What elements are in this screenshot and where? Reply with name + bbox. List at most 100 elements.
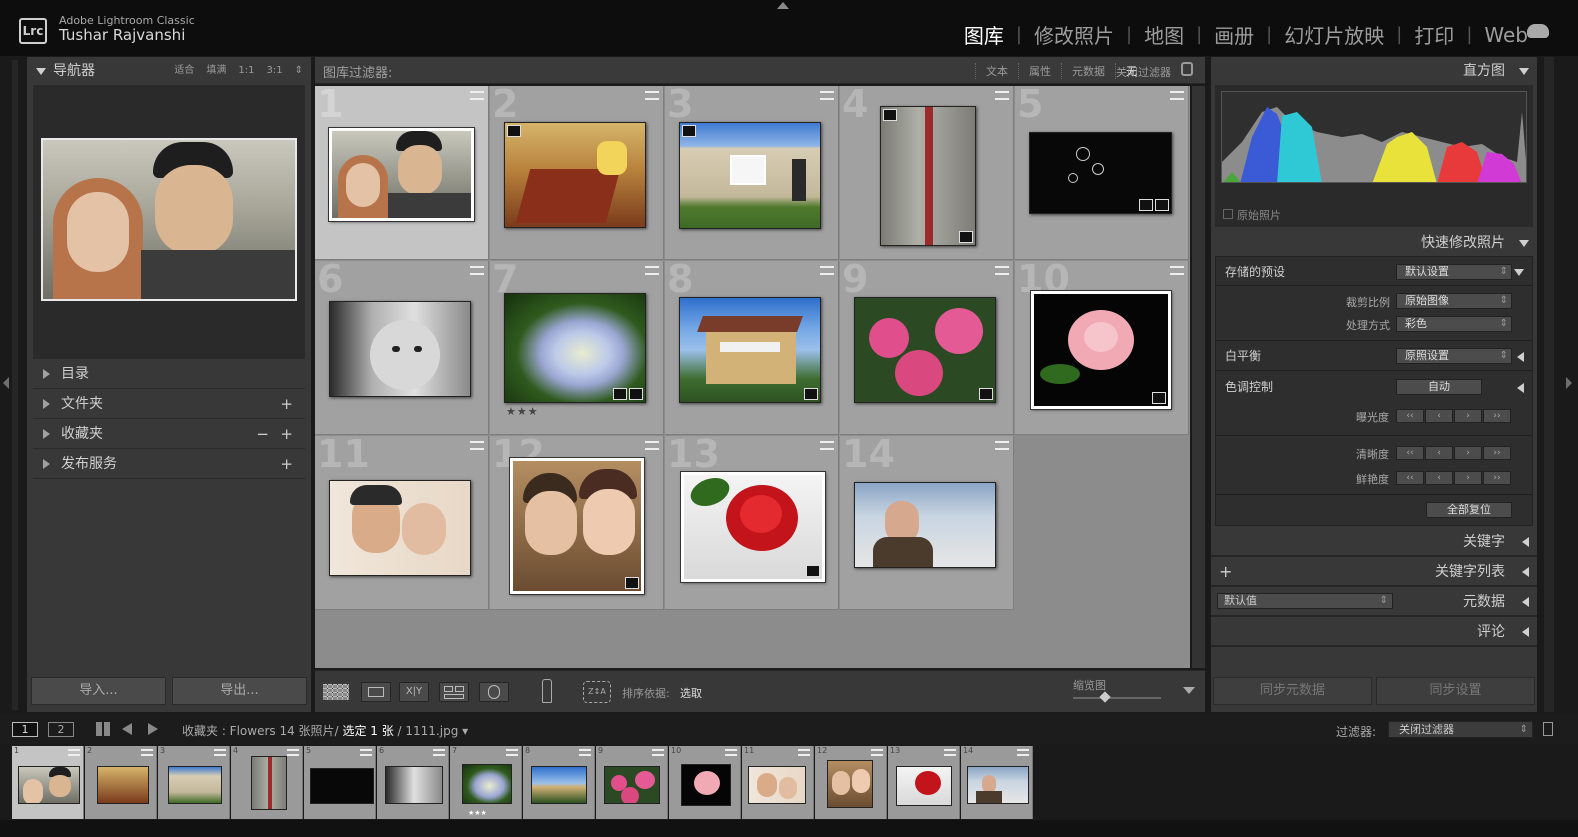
forward-arrow-icon[interactable] [148,723,158,735]
photo-thumbnail[interactable] [854,482,996,568]
filmstrip-thumbnail[interactable] [896,766,952,806]
thumbnail-size-slider-knob[interactable] [1099,691,1111,703]
rotate-icon[interactable] [506,749,518,756]
loupe-view-icon[interactable] [361,682,391,702]
increase-large-icon[interactable]: ›› [1483,446,1511,460]
original-photo-checkbox[interactable] [1223,209,1233,219]
triangle-down-icon[interactable] [1514,269,1524,276]
rotate-icon[interactable] [1170,266,1184,275]
filmstrip-cell[interactable]: 13 [888,746,960,819]
star-rating[interactable]: ★★★ [506,405,539,418]
filmstrip-cell[interactable]: 11 [742,746,814,819]
grid-cell[interactable]: 8 [665,261,839,435]
filmstrip-source-path[interactable]: 收藏夹 : Flowers 14 张照片/ 选定 1 张 / 1111.jpg … [182,722,468,739]
filmstrip-cell[interactable]: 9 [596,746,668,819]
photo-thumbnail[interactable] [504,122,646,228]
photo-thumbnail[interactable] [329,301,471,397]
module-web[interactable]: Web [1484,23,1528,47]
zoom-3-1[interactable]: 3:1 [267,57,283,85]
sync-metadata-button[interactable]: 同步元数据 [1213,677,1372,705]
path-dropdown-icon[interactable]: ▾ [462,724,468,738]
zoom-fit[interactable]: 适合 [174,57,194,85]
keyword-list-section[interactable]: + 关键字列表 [1211,557,1537,587]
vibrance-stepper[interactable]: ‹‹ ‹ › ›› [1396,471,1511,485]
grid-view-icon[interactable] [321,682,351,702]
toolbar-options-dropdown-icon[interactable] [1183,687,1195,694]
filmstrip-cell[interactable]: 12 [815,746,887,819]
white-balance-select[interactable]: 原照设置 [1396,348,1512,364]
filmstrip-filter-select[interactable]: 关闭过滤器 [1388,721,1533,738]
filmstrip-thumbnail[interactable] [97,766,149,804]
rotate-icon[interactable] [995,441,1009,450]
filmstrip-cell[interactable]: 5 [304,746,376,819]
decrease-icon[interactable]: ‹ [1425,409,1453,423]
filter-tab-attribute[interactable]: 属性 [1018,63,1061,79]
increase-large-icon[interactable]: ›› [1483,471,1511,485]
filmstrip-thumbnail[interactable] [251,756,287,810]
grid-cell[interactable]: 6 [315,261,489,435]
navigator-preview-image[interactable] [41,138,297,301]
identity-plate[interactable]: Tushar Rajvanshi [59,26,185,44]
filmstrip-thumbnail[interactable] [967,766,1029,804]
collapse-left-panel-icon[interactable] [3,377,9,389]
filmstrip-thumbnail[interactable] [310,768,374,804]
primary-window-button[interactable]: 1 [12,722,38,737]
photo-thumbnail[interactable] [329,480,471,576]
filmstrip-cell[interactable]: 10 [669,746,741,819]
photo-thumbnail[interactable] [504,293,646,403]
painter-spray-icon[interactable] [542,679,552,703]
filmstrip-thumbnail[interactable] [385,766,443,804]
module-book[interactable]: 画册 [1214,20,1254,49]
grid-cell[interactable]: 4 [840,86,1014,260]
histogram-graph[interactable] [1221,91,1527,183]
import-button[interactable]: 导入... [31,677,166,705]
photo-thumbnail[interactable] [1029,132,1172,214]
filmstrip-thumbnail[interactable] [827,760,873,808]
zoom-fill[interactable]: 填满 [206,57,226,85]
right-panel-scrollbar[interactable] [1544,57,1554,712]
grid-cell[interactable]: 11 [315,436,489,610]
rotate-icon[interactable] [798,749,810,756]
filmstrip-thumbnail[interactable] [168,766,222,804]
photo-thumbnail[interactable] [509,457,645,595]
filter-lock-icon[interactable] [1543,722,1553,736]
rotate-icon[interactable] [944,749,956,756]
photo-thumbnail[interactable] [679,297,821,403]
rotate-icon[interactable] [652,749,664,756]
decrease-large-icon[interactable]: ‹‹ [1396,409,1424,423]
filter-tab-metadata[interactable]: 元数据 [1061,63,1115,79]
catalog-section[interactable]: 目录 [33,359,305,389]
triangle-left-icon[interactable] [1517,383,1524,393]
decrease-icon[interactable]: ‹ [1425,446,1453,460]
add-collection-icon[interactable]: + [280,419,293,449]
photo-thumbnail[interactable] [679,122,821,229]
rotate-icon[interactable] [871,749,883,756]
add-keyword-icon[interactable]: + [1219,557,1232,587]
export-button[interactable]: 导出... [172,677,307,705]
filmstrip-thumbnail[interactable] [681,764,731,806]
compare-view-icon[interactable]: X|Y [399,682,429,702]
decrease-icon[interactable]: ‹ [1425,471,1453,485]
zoom-1-1[interactable]: 1:1 [238,57,254,85]
back-arrow-icon[interactable] [122,723,132,735]
rotate-icon[interactable] [820,441,834,450]
keywording-section[interactable]: 关键字 [1211,527,1537,557]
rotate-icon[interactable] [579,749,591,756]
photo-thumbnail[interactable] [1030,290,1172,410]
thumbnail-size-slider[interactable] [1073,697,1161,699]
publish-services-section[interactable]: 发布服务 + [33,449,305,479]
filmstrip-cell[interactable]: 3 [158,746,230,819]
lock-icon[interactable] [1181,62,1193,76]
filmstrip-cell[interactable]: 2 [85,746,157,819]
photo-thumbnail[interactable] [880,106,976,246]
increase-icon[interactable]: › [1454,409,1482,423]
filmstrip-thumbnail[interactable] [748,766,806,804]
rotate-icon[interactable] [433,749,445,756]
filmstrip-cell[interactable]: 7 ★★★ [450,746,522,819]
grid-cell[interactable]: 10 [1015,261,1189,435]
module-map[interactable]: 地图 [1144,20,1184,49]
filter-tab-text[interactable]: 文本 [975,63,1018,79]
grid-cell[interactable]: 3 [665,86,839,260]
reset-all-button[interactable]: 全部复位 [1426,502,1512,518]
add-publish-service-icon[interactable]: + [280,449,293,479]
